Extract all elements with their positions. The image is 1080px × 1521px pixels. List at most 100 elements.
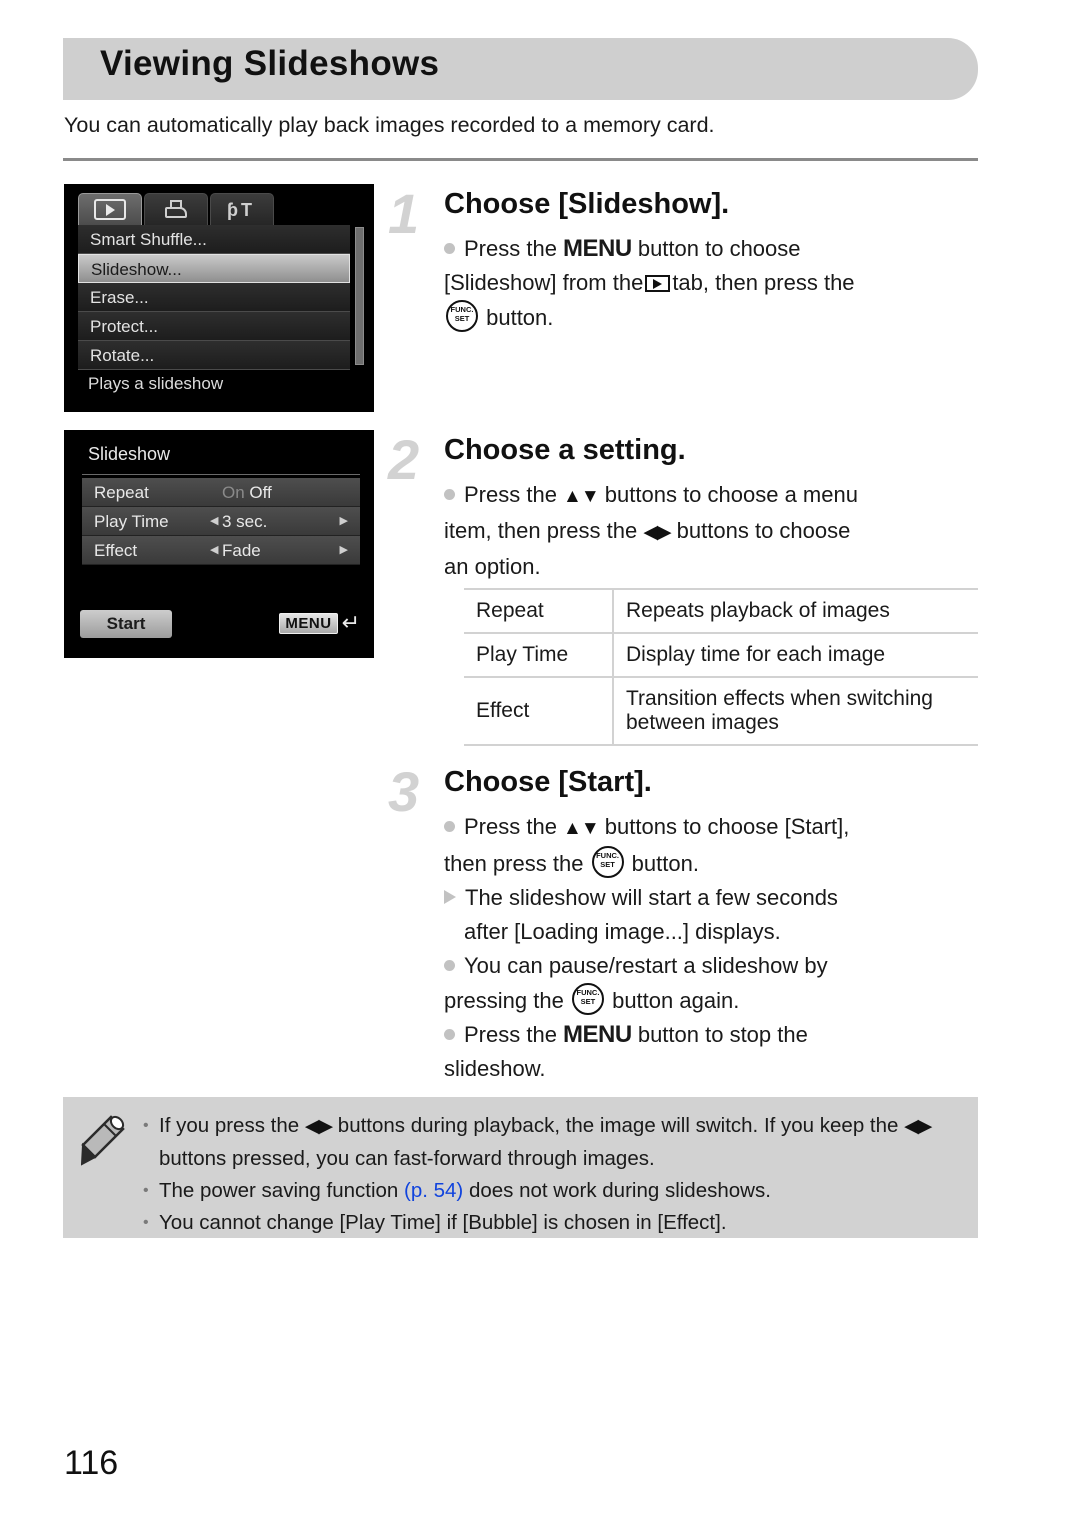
result-triangle-icon [444,890,456,904]
right-arrow-icon: ▶ [339,515,348,527]
step-3-bullet-3: You can pause/restart a slideshow by [444,949,989,983]
menu-item-smart-shuffle: Smart Shuffle... [78,225,350,254]
table-row: Repeat Repeats playback of images [464,588,978,634]
text: If you press the [159,1114,305,1137]
step-2-number: 2 [388,428,420,491]
table-cell-desc: Transition effects when switching betwee… [613,676,978,746]
menu-item-protect: Protect... [78,312,350,341]
text: The slideshow will start a few seconds [465,885,838,910]
step-3-title: Choose [Start]. [444,766,652,798]
step-2-bullet-1: Press the ▲▼ buttons to choose a menu [444,478,989,514]
text: Press the [464,236,564,261]
up-down-buttons-icon: ▲▼ [563,486,600,507]
menu-item-slideshow: Slideshow... [78,254,350,283]
page-title: Viewing Slideshows [100,44,440,83]
return-arrow-icon: ↵ [341,610,360,635]
step-3-number: 3 [388,760,420,823]
play-glyph [94,199,126,220]
text: buttons to choose a menu [598,482,858,507]
note-item-2: The power saving function (p. 54) does n… [141,1175,961,1207]
func-set-button-icon: FUNC. SET [591,846,624,878]
left-right-buttons-icon: ◀▶ [643,522,671,543]
text: item, then press the [444,518,644,543]
step-3-bullet-1-cont: then press the FUNC. SET button. [444,846,989,881]
text: buttons during playback, the image will … [332,1114,905,1137]
step-2-title: Choose a setting. [444,434,686,466]
settings-description-table: Repeat Repeats playback of images Play T… [464,588,978,746]
text: Press the [464,814,564,839]
step-1-bullet-1-cont-a: [Slideshow] from the tab, then press the [444,266,984,300]
step-1-bullet-1: Press the MENU button to choose [444,232,984,266]
slideshow-title-divider [82,474,360,475]
bullet-dot-icon [444,960,455,971]
step-1-body: Press the MENU button to choose [Slidesh… [444,232,984,335]
repeat-option-on: On [222,483,245,502]
step-3-bullet-2: The slideshow will start a few seconds [444,881,989,915]
left-right-buttons-icon: ◀▶ [904,1116,932,1137]
step-1-title: Choose [Slideshow]. [444,188,730,220]
menu-chip-label: MENU [279,612,338,634]
settings-tab-icon: ƥT [210,193,274,225]
text: button to stop the [631,1022,808,1047]
text: button again. [605,988,740,1013]
step-3-body: Press the ▲▼ buttons to choose [Start], … [444,810,989,1086]
step-1-number: 1 [388,182,420,245]
step-1-bullet-1-cont-b: FUNC. SET button. [444,300,984,335]
note-item-1: If you press the ◀▶ buttons during playb… [141,1110,961,1175]
slideshow-menu-return-hint: MENU ↵ [279,612,360,634]
menu-button-icon: MENU [563,235,632,262]
bullet-dot-icon [444,1029,455,1040]
table-row: Play Time Display time for each image [464,632,978,678]
slideshow-row-repeat-options: On Off [222,478,272,507]
note-box: If you press the ◀▶ buttons during playb… [63,1097,978,1239]
func-set-button-icon: FUNC. SET [446,300,478,332]
text: You can pause/restart a slideshow by [464,953,828,978]
slideshow-row-play-time: Play Time ◀ 3 sec. ▶ [82,507,360,536]
text: buttons to choose [670,518,851,543]
playback-tab-icon [645,275,671,292]
slideshow-row-repeat: Repeat On Off [82,478,360,507]
camera-menu-tabs: ƥT [78,193,364,225]
text: after [Loading image...] displays. [464,919,781,944]
text: does not work during slideshows. [463,1179,771,1202]
header-divider [63,158,978,161]
slideshow-row-effect-label: Effect [94,541,138,560]
note-items: If you press the ◀▶ buttons during playb… [141,1110,961,1239]
step-3-bullet-3-cont: pressing the FUNC. SET button again. [444,983,989,1018]
table-cell-key: Repeat [464,588,614,634]
text: buttons pressed, you can fast-forward th… [159,1147,655,1170]
text: [Slideshow] from the [444,270,644,295]
wrench-hammer-glyph: ƥT [227,199,252,220]
step-3-bullet-4: Press the MENU button to stop the [444,1018,989,1052]
step-2-body: Press the ▲▼ buttons to choose a menu it… [444,478,989,584]
step-3-bullet-4-cont: slideshow. [444,1052,989,1086]
bullet-dot-icon [444,821,455,832]
repeat-option-off: Off [249,483,272,502]
text: Press the [464,1022,564,1047]
camera-screenshot-playback-menu: ƥT Smart Shuffle... Slideshow... Erase..… [64,184,374,412]
step-3-bullet-1: Press the ▲▼ buttons to choose [Start], [444,810,989,846]
bullet-dot-icon [444,243,455,254]
pencil-icon [81,1115,125,1166]
text: then press the [444,851,590,876]
slideshow-settings-rows: Repeat On Off Play Time ◀ 3 sec. ▶ Effec… [82,478,360,565]
left-arrow-icon: ◀ [210,515,219,527]
table-cell-desc: Display time for each image [613,632,978,678]
camera-menu-list: Smart Shuffle... Slideshow... Erase... P… [78,225,364,370]
printer-glyph [163,199,189,220]
func-set-button-icon: FUNC. SET [571,983,604,1015]
table-cell-key: Play Time [464,632,614,678]
menu-button-icon: MENU [563,1021,632,1048]
camera-menu-hint: Plays a slideshow [88,374,224,393]
slideshow-row-repeat-label: Repeat [94,483,149,502]
text: The power saving function [159,1179,404,1202]
camera-menu-scrollbar [355,227,364,365]
slideshow-screen-title: Slideshow [88,444,171,464]
text: button. [625,851,699,876]
slideshow-row-play-time-value: 3 sec. [222,512,268,531]
step-2-bullet-1-cont-a: item, then press the ◀▶ buttons to choos… [444,514,989,550]
page-number: 116 [64,1444,119,1482]
note-item-3: You cannot change [Play Time] if [Bubble… [141,1207,961,1239]
page-reference-link[interactable]: (p. 54) [404,1179,463,1202]
text: Press the [464,482,564,507]
